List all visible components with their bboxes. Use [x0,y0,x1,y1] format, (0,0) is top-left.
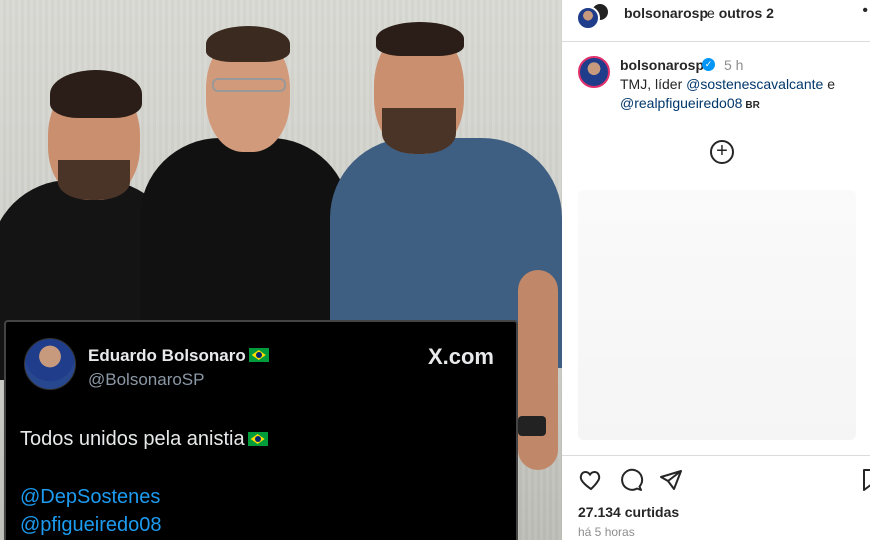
x-logo: X.com [427,344,494,369]
brazil-flag-icon [248,348,269,362]
caption-mention-2[interactable]: @realpfigueiredo08 [620,95,742,111]
verified-badge-icon: ✓ [702,58,715,71]
post-avatar[interactable] [578,56,610,88]
post-username[interactable]: bolsonarosp [620,57,704,73]
post-photo: Eduardo Bolsonaro @BolsonaroSP X.com Tod… [0,0,562,540]
action-bar: 27.134 curtidas há 5 horas [562,455,870,540]
tweet-mention-1[interactable]: @DepSostenes [20,486,160,509]
post-date: há 5 horas [578,525,635,539]
avatar [576,6,600,30]
post-header: bolsonarosp e outros 2 • [562,0,870,42]
post-time: 5 h [724,57,744,73]
share-icon[interactable] [658,468,684,492]
header-collaborators[interactable]: e outros 2 [707,5,774,21]
caption-line-2: @realpfigueiredo08 BR [620,95,760,111]
language-tag: BR [745,100,760,111]
tweet-avatar [24,338,76,390]
comments-area [578,190,856,440]
tweet-mention-2[interactable]: @pfigueiredo08 [20,514,162,537]
likes-count[interactable]: 27.134 curtidas [578,504,679,520]
add-icon[interactable]: + [710,140,734,164]
screenshot: Eduardo Bolsonaro @BolsonaroSP X.com Tod… [0,0,870,540]
brazil-flag-icon [247,432,268,446]
tweet-card: Eduardo Bolsonaro @BolsonaroSP X.com Tod… [4,320,518,540]
person-middle [140,20,350,358]
tweet-author-handle: @BolsonaroSP [88,370,205,389]
header-username[interactable]: bolsonarosp [624,5,708,21]
more-options-icon[interactable]: • [862,2,868,20]
heart-icon[interactable] [578,468,604,492]
caption-mention-1[interactable]: @sostenescavalcante [686,76,823,92]
tweet-text: Todos unidos pela anistia [20,428,268,451]
collab-avatars[interactable] [576,2,612,32]
tweet-author-name: Eduardo Bolsonaro [88,346,269,366]
bookmark-icon[interactable] [862,468,870,492]
caption-line-1: TMJ, líder @sostenescavalcante e [620,76,835,92]
instagram-panel: bolsonarosp e outros 2 • bolsonarosp ✓ 5… [562,0,870,540]
comment-icon[interactable] [618,468,644,492]
